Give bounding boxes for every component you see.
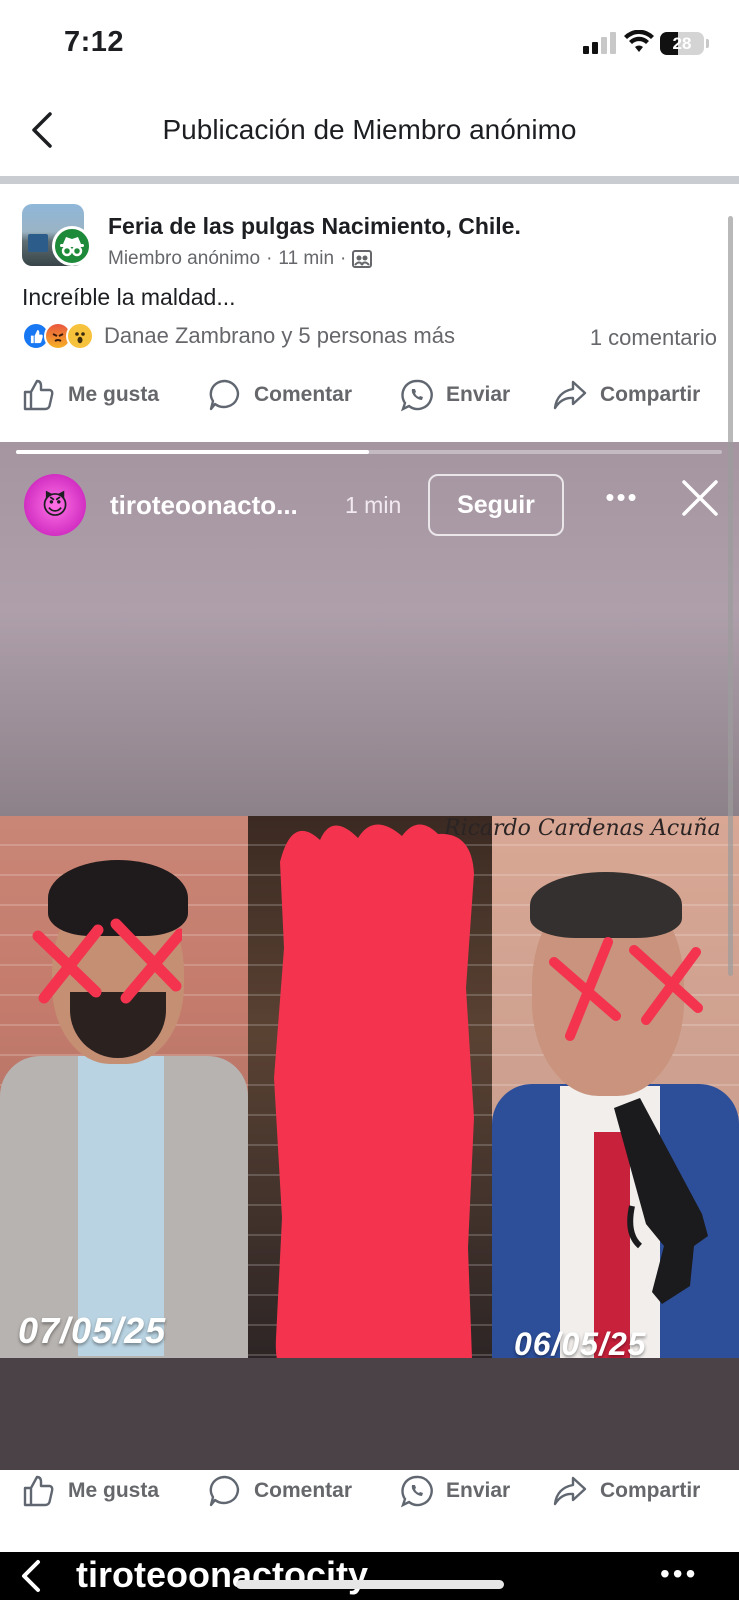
share-arrow-icon <box>553 1476 587 1506</box>
story-time: 1 min <box>345 492 402 518</box>
more-options-icon[interactable]: ••• <box>660 1558 698 1590</box>
thumbs-up-icon <box>23 1475 54 1507</box>
bottom-post-actions: Me gusta Comentar Enviar Compartir <box>0 1474 739 1524</box>
cellular-signal-icon <box>583 32 619 54</box>
like-label: Me gusta <box>68 1479 160 1502</box>
send-button-bottom[interactable]: Enviar <box>400 1474 510 1508</box>
home-indicator <box>236 1580 504 1589</box>
like-button-bottom[interactable]: Me gusta <box>22 1474 159 1508</box>
whatsapp-icon <box>400 379 433 412</box>
share-button-bottom[interactable]: Compartir <box>552 1474 700 1508</box>
post-text: Increíble la maldad... <box>22 284 236 310</box>
reactors-text: Danae Zambrano y 5 personas más <box>104 323 455 348</box>
red-marker-scribble <box>274 824 474 1358</box>
share-arrow-icon <box>553 380 587 410</box>
page-title: Publicación de Miembro anónimo <box>162 114 577 145</box>
group-name-link[interactable]: Feria de las pulgas Nacimiento, Chile. <box>108 213 521 240</box>
wifi-icon <box>624 30 654 52</box>
scrollbar[interactable] <box>728 216 733 976</box>
battery-indicator: 28 <box>660 32 704 55</box>
group-avatar[interactable] <box>22 204 92 268</box>
red-x-marks-right <box>549 937 703 1041</box>
send-label: Enviar <box>446 1479 511 1502</box>
post-actions: Me gusta Comentar Enviar Compartir <box>0 378 739 428</box>
page-header: Publicación de Miembro anónimo <box>0 96 739 176</box>
comment-label: Comentar <box>254 383 353 406</box>
pistol-sticker <box>614 1098 708 1304</box>
more-options-icon[interactable]: ••• <box>602 484 642 514</box>
like-button[interactable]: Me gusta <box>22 378 159 412</box>
battery-level: 28 <box>672 34 692 53</box>
meta-dot: · <box>340 248 347 269</box>
battery-tip <box>706 39 709 48</box>
status-bar: 7:12 28 <box>0 0 739 88</box>
thumbs-up-icon <box>23 379 54 411</box>
post-time[interactable]: 11 min <box>278 248 334 270</box>
hair <box>530 872 682 938</box>
preview-username: tiroteoonactocity <box>76 1554 369 1595</box>
story-user-avatar[interactable]: 😈 <box>24 474 86 536</box>
story-image: 07/05/25 06/05/25 Ricardo Cardenas Acuña <box>0 816 739 1358</box>
reactions-summary[interactable]: Danae Zambrano y 5 personas más <box>22 322 455 350</box>
close-icon[interactable] <box>680 478 720 518</box>
story-viewer[interactable]: 😈 tiroteoonacto... 1 min Seguir ••• 07/0… <box>0 442 739 1470</box>
share-label: Compartir <box>600 383 701 406</box>
comment-label: Comentar <box>254 1479 353 1502</box>
comment-button[interactable]: Comentar <box>208 378 352 412</box>
date-left: 07/05/25 <box>18 1310 167 1351</box>
like-label: Me gusta <box>68 383 160 406</box>
header-divider <box>0 176 739 184</box>
follow-button[interactable]: Seguir <box>428 474 564 536</box>
story-progress-bar <box>16 450 722 454</box>
comment-icon <box>209 379 240 411</box>
send-label: Enviar <box>446 383 511 406</box>
group-privacy-icon <box>352 250 373 268</box>
red-x-marks-left <box>32 918 182 1004</box>
wow-reaction-icon <box>66 322 94 350</box>
share-button[interactable]: Compartir <box>552 378 700 412</box>
date-right: 06/05/25 <box>514 1326 647 1358</box>
send-button[interactable]: Enviar <box>400 378 510 412</box>
story-bottom-area <box>0 1358 739 1470</box>
post-meta: Miembro anónimo · 11 min · <box>108 248 373 270</box>
next-post-preview[interactable]: tiroteoonactocity ••• <box>0 1552 739 1600</box>
status-time: 7:12 <box>64 26 125 58</box>
image-watermark: Ricardo Cardenas Acuña <box>444 816 721 841</box>
post-author[interactable]: Miembro anónimo <box>108 248 260 270</box>
photo-panel-left: 07/05/25 <box>0 816 248 1358</box>
share-label: Compartir <box>600 1479 701 1502</box>
comments-count[interactable]: 1 comentario <box>590 325 717 351</box>
story-progress-fill <box>16 450 369 454</box>
story-username[interactable]: tiroteoonacto... <box>110 490 298 521</box>
meta-dot: · <box>266 248 273 269</box>
anonymous-member-icon <box>52 226 92 266</box>
comment-button-bottom[interactable]: Comentar <box>208 1474 352 1508</box>
whatsapp-icon <box>400 1475 433 1508</box>
back-arrow-icon[interactable] <box>16 1558 44 1594</box>
comment-icon <box>209 1475 240 1507</box>
